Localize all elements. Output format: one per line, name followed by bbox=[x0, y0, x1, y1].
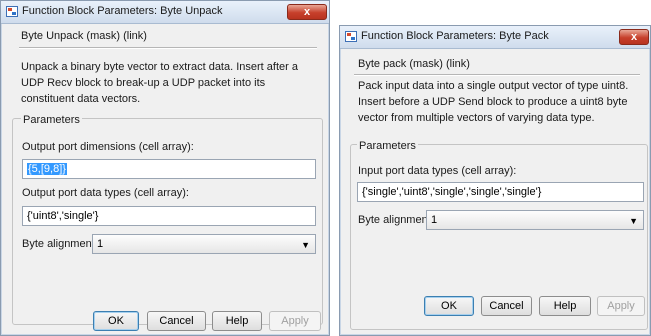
output-dimensions-label: Output port dimensions (cell array): bbox=[22, 141, 194, 153]
title-bar[interactable]: Function Block Parameters: Byte Unpack x bbox=[1, 1, 329, 24]
window-title: Function Block Parameters: Byte Pack bbox=[361, 30, 549, 42]
input-types-label: Input port data types (cell array): bbox=[358, 165, 517, 177]
byte-unpack-dialog: Function Block Parameters: Byte Unpack x… bbox=[0, 0, 330, 336]
output-dimensions-field[interactable]: {5,[9,8]} bbox=[22, 159, 316, 179]
help-button[interactable]: Help bbox=[539, 296, 591, 316]
apply-button[interactable]: Apply bbox=[597, 296, 645, 316]
close-icon: x bbox=[303, 6, 311, 18]
block-description: Unpack a binary byte vector to extract d… bbox=[21, 61, 298, 105]
chevron-down-icon: ▼ bbox=[629, 216, 638, 226]
close-icon: x bbox=[630, 31, 638, 43]
close-button[interactable]: x bbox=[619, 29, 649, 45]
window-title: Function Block Parameters: Byte Unpack bbox=[22, 5, 223, 17]
parameters-title: Parameters bbox=[21, 114, 82, 126]
header-divider bbox=[354, 74, 640, 76]
output-types-value: {'uint8','single'} bbox=[27, 210, 99, 222]
cancel-button[interactable]: Cancel bbox=[481, 296, 532, 316]
block-header: Byte Unpack (mask) (link) bbox=[21, 30, 147, 42]
block-header: Byte pack (mask) (link) bbox=[358, 58, 470, 70]
output-types-field[interactable]: {'uint8','single'} bbox=[22, 206, 316, 226]
input-types-value: {'single','uint8','single','single','sin… bbox=[362, 186, 542, 198]
title-bar[interactable]: Function Block Parameters: Byte Pack x bbox=[340, 26, 650, 49]
chevron-down-icon: ▼ bbox=[301, 240, 310, 250]
output-types-label: Output port data types (cell array): bbox=[22, 187, 189, 199]
byte-alignment-select[interactable]: 1 ▼ bbox=[426, 210, 644, 230]
block-description: Pack input data into a single output vec… bbox=[358, 80, 629, 124]
cancel-button[interactable]: Cancel bbox=[147, 311, 206, 331]
byte-pack-dialog: Function Block Parameters: Byte Pack x B… bbox=[339, 25, 651, 336]
byte-alignment-value: 1 bbox=[431, 214, 438, 226]
output-dimensions-value: {5,[9,8]} bbox=[27, 163, 67, 175]
byte-alignment-select[interactable]: 1 ▼ bbox=[92, 234, 316, 254]
byte-alignment-label: Byte alignment: bbox=[358, 214, 434, 226]
help-button[interactable]: Help bbox=[212, 311, 262, 331]
byte-alignment-label: Byte alignment: bbox=[22, 238, 98, 250]
input-types-field[interactable]: {'single','uint8','single','single','sin… bbox=[357, 182, 644, 202]
simulink-block-icon bbox=[345, 31, 357, 42]
header-divider bbox=[19, 47, 317, 49]
ok-button[interactable]: OK bbox=[424, 296, 474, 316]
byte-alignment-value: 1 bbox=[97, 238, 104, 250]
ok-button[interactable]: OK bbox=[93, 311, 139, 331]
simulink-block-icon bbox=[6, 6, 18, 17]
apply-button[interactable]: Apply bbox=[269, 311, 321, 331]
close-button[interactable]: x bbox=[287, 4, 327, 20]
parameters-title: Parameters bbox=[357, 140, 418, 152]
